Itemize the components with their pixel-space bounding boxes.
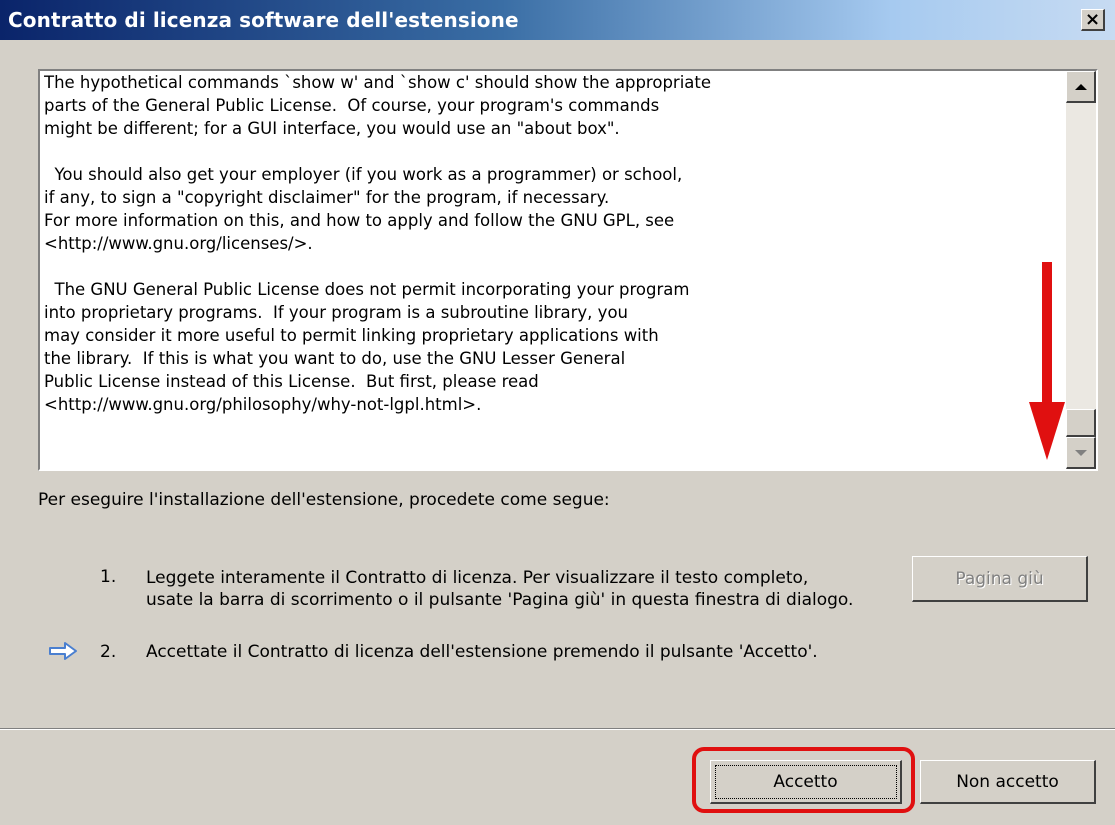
title-bar[interactable]: Contratto di licenza software dell'esten… xyxy=(0,0,1115,40)
license-dialog: Contratto di licenza software dell'esten… xyxy=(0,0,1115,825)
window-title: Contratto di licenza software dell'esten… xyxy=(8,8,519,32)
license-text-area[interactable]: The hypothetical commands `show w' and `… xyxy=(38,69,1098,471)
instructions-intro: Per eseguire l'installazione dell'estens… xyxy=(38,490,610,510)
scroll-up-button[interactable] xyxy=(1066,71,1096,103)
step-1-line-2: usate la barra di scorrimento o il pulsa… xyxy=(146,590,854,610)
accept-highlight-ring xyxy=(692,747,915,813)
right-arrow-icon xyxy=(49,642,77,660)
step-1-line-1: Leggete interamente il Contratto di lice… xyxy=(146,568,809,588)
footer-divider-highlight xyxy=(0,729,1115,730)
step-2-number: 2. xyxy=(100,642,117,662)
down-arrow-icon xyxy=(1029,262,1065,460)
scroll-down-icon xyxy=(1074,449,1087,456)
step-1-number: 1. xyxy=(100,567,117,587)
scroll-up-icon xyxy=(1074,83,1087,90)
close-button[interactable]: × xyxy=(1081,9,1105,31)
close-icon: × xyxy=(1084,8,1101,30)
decline-button[interactable]: Non accetto xyxy=(920,760,1096,804)
vertical-scrollbar[interactable] xyxy=(1066,71,1096,469)
license-text: The hypothetical commands `show w' and `… xyxy=(44,73,712,414)
step-2-text: Accettate il Contratto di licenza dell'e… xyxy=(146,642,818,662)
page-down-button[interactable]: Pagina giù xyxy=(912,556,1088,602)
scroll-down-button[interactable] xyxy=(1066,437,1096,469)
scrollbar-thumb[interactable] xyxy=(1066,409,1096,437)
